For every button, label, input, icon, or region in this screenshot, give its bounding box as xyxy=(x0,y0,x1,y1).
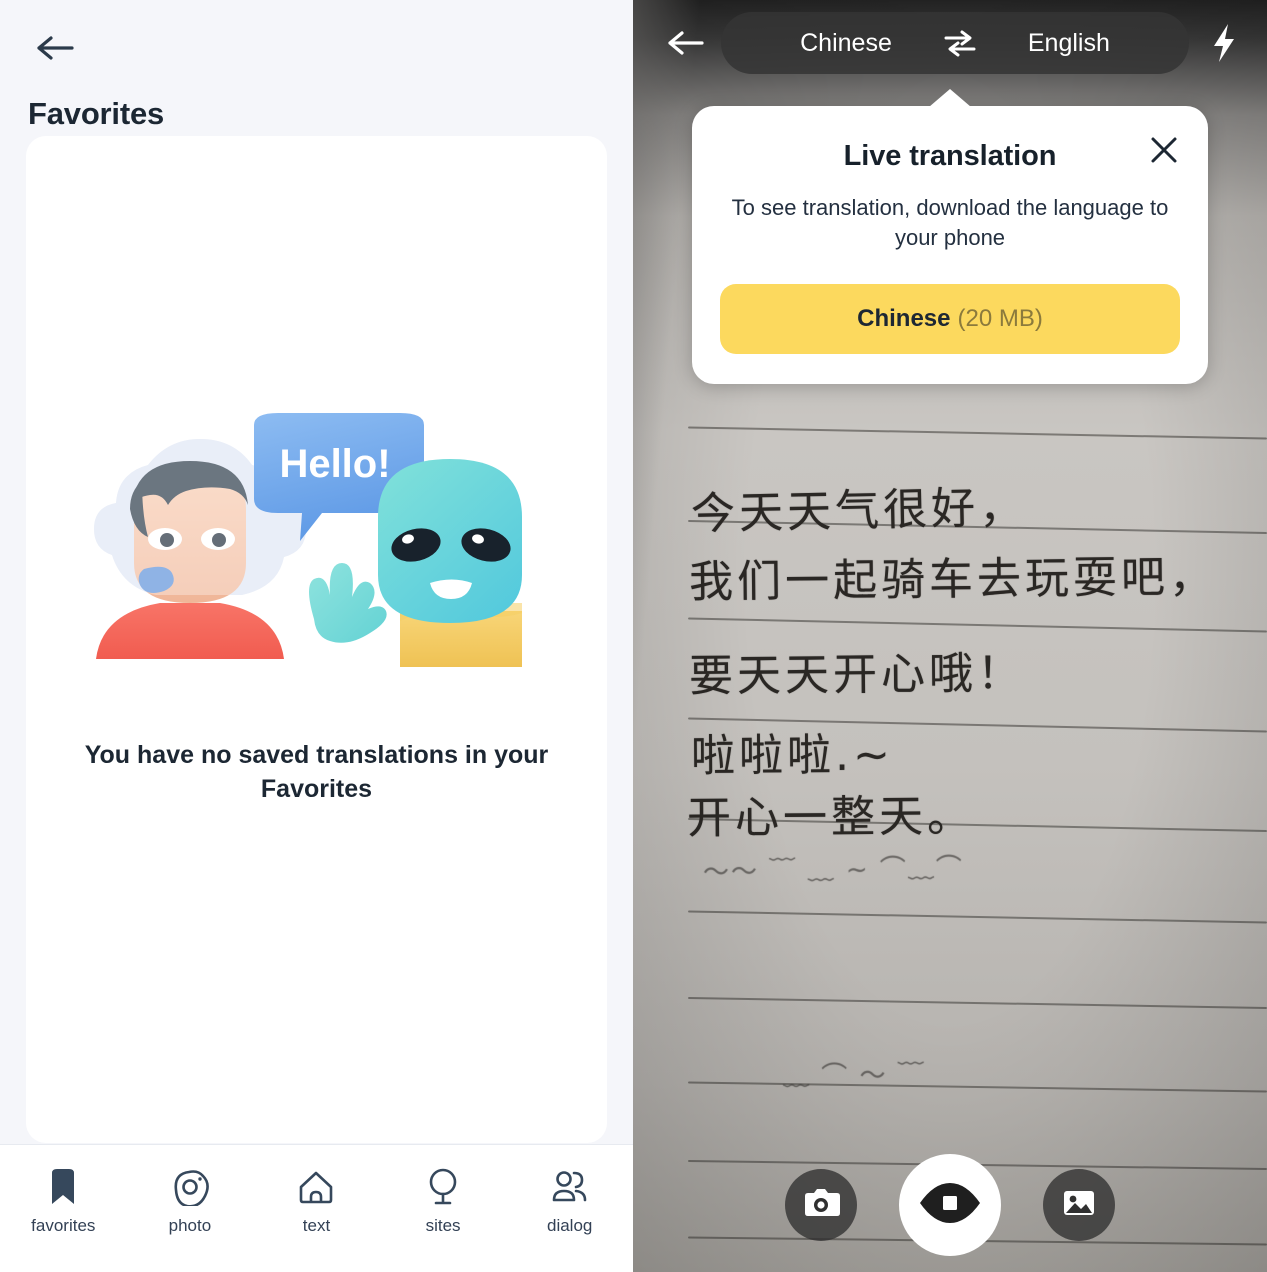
download-language-size: (20 MB) xyxy=(957,304,1043,332)
eye-icon xyxy=(918,1180,982,1231)
bookmark-icon xyxy=(50,1167,76,1207)
nav-label-favorites: favorites xyxy=(31,1216,96,1235)
globe-icon xyxy=(426,1167,460,1207)
empty-state-message: You have no saved translations in your F… xyxy=(84,741,549,803)
favorites-header: Favorites xyxy=(0,0,633,132)
nav-label-photo: photo xyxy=(168,1216,212,1235)
empty-state-illustration: Hello! xyxy=(82,413,552,693)
illustration-svg: Hello! xyxy=(93,413,522,668)
bottom-navigation: favorites photo text sites dialog xyxy=(0,1144,633,1272)
camera-top-bar: Chinese English xyxy=(633,0,1267,86)
live-translate-button[interactable] xyxy=(899,1154,1001,1256)
house-icon xyxy=(297,1167,335,1207)
alien-hand xyxy=(308,563,387,644)
source-language-label[interactable]: Chinese xyxy=(800,29,892,58)
favorites-panel: Favorites Hello! You have no saved trans… xyxy=(0,0,633,1272)
bubble-text: Hello! xyxy=(279,442,390,486)
download-language-name: Chinese xyxy=(857,304,951,332)
camera-controls xyxy=(633,1154,1267,1256)
people-icon xyxy=(550,1167,590,1207)
swap-horizontal-icon[interactable] xyxy=(944,29,976,57)
nav-item-sites[interactable]: sites xyxy=(388,1167,498,1236)
target-language-label[interactable]: English xyxy=(1028,29,1110,58)
nav-label-dialog: dialog xyxy=(546,1216,593,1235)
flash-icon[interactable] xyxy=(1193,12,1255,74)
camera-icon xyxy=(171,1167,209,1207)
nav-label-text: text xyxy=(302,1216,331,1235)
nav-item-dialog[interactable]: dialog xyxy=(515,1167,625,1236)
close-icon[interactable] xyxy=(1144,130,1184,170)
astronaut-shoulders xyxy=(95,603,284,660)
arrow-left-icon[interactable] xyxy=(28,22,80,74)
arrow-left-icon[interactable] xyxy=(655,12,717,74)
download-language-button[interactable]: Chinese (20 MB) xyxy=(720,283,1180,354)
nav-item-text[interactable]: text xyxy=(261,1167,371,1236)
camera-panel: 今天天气很好， 我们一起骑车去玩耍吧， 要天天开心哦！ 啦啦啦.~ 开心一整天。… xyxy=(633,0,1267,1272)
gallery-button[interactable] xyxy=(1043,1169,1115,1241)
camera-icon xyxy=(802,1187,840,1224)
popup-description: To see translation, download the languag… xyxy=(731,195,1169,251)
nav-item-favorites[interactable]: favorites xyxy=(8,1167,118,1236)
photo-capture-button[interactable] xyxy=(785,1169,857,1241)
nav-label-sites: sites xyxy=(425,1216,461,1235)
popup-tail xyxy=(929,89,971,107)
page-title: Favorites xyxy=(28,96,165,131)
favorites-empty-card: Hello! You have no saved translations in… xyxy=(26,136,607,1143)
language-selector-pill[interactable]: Chinese English xyxy=(721,12,1189,74)
app-screen: Favorites Hello! You have no saved trans… xyxy=(0,0,1267,1272)
nav-item-photo[interactable]: photo xyxy=(135,1167,245,1236)
image-icon xyxy=(1061,1187,1097,1224)
live-translation-popup: Live translation To see translation, dow… xyxy=(692,89,1208,384)
popup-title: Live translation xyxy=(843,140,1057,172)
